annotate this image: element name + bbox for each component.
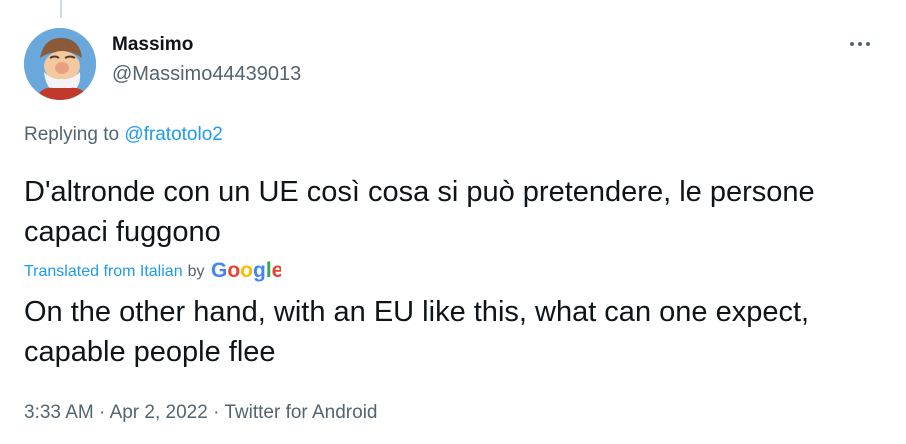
- more-horizontal-icon: [850, 42, 854, 46]
- tweet-metadata: 3:33 AM · Apr 2, 2022 · Twitter for Andr…: [24, 402, 377, 424]
- svg-text:Google: Google: [211, 259, 281, 282]
- thread-connector-line: [60, 0, 62, 18]
- replying-to-line: Replying to @fratotolo2: [24, 124, 223, 146]
- more-options-button[interactable]: [842, 30, 878, 58]
- author-handle[interactable]: @Massimo44439013: [112, 63, 301, 86]
- translated-from-link[interactable]: Translated from Italian: [24, 263, 183, 281]
- translation-attribution: Translated from Italian by Google: [24, 258, 283, 287]
- reply-mention-link[interactable]: @fratotolo2: [124, 124, 223, 145]
- tweet-text: D'altronde con un UE così cosa si può pr…: [24, 176, 815, 248]
- avatar[interactable]: [24, 28, 96, 100]
- translated-by-label: by: [187, 263, 205, 280]
- author-display-name[interactable]: Massimo: [112, 34, 193, 56]
- meta-separator-2: ·: [213, 402, 220, 423]
- google-logo: Google: [211, 258, 283, 287]
- google-wordmark: Google: [211, 259, 283, 282]
- more-horizontal-icon-dot: [858, 42, 862, 46]
- translated-tweet-text: On the other hand, with an EU like this,…: [24, 296, 810, 368]
- tweet-time[interactable]: 3:33 AM: [24, 402, 94, 423]
- more-horizontal-icon-dot: [866, 42, 870, 46]
- avatar-image: [24, 28, 96, 100]
- tweet-date[interactable]: Apr 2, 2022: [110, 402, 208, 423]
- replying-to-label: Replying to: [24, 124, 120, 145]
- meta-separator: ·: [99, 402, 106, 423]
- tweet-source[interactable]: Twitter for Android: [224, 402, 377, 423]
